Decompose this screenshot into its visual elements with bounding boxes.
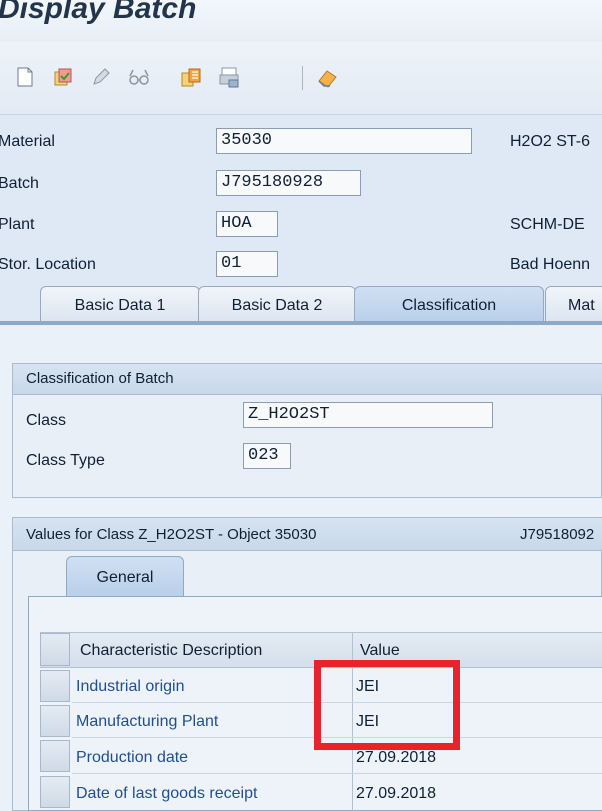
plant-label: Plant	[0, 216, 35, 233]
classification-group-title: Classification of Batch	[26, 370, 174, 387]
select-all-button[interactable]	[40, 633, 70, 666]
class-type-label: Class Type	[26, 452, 105, 469]
class-type-field[interactable]: 023	[243, 443, 291, 469]
characteristic-value[interactable]: 27.09.2018	[356, 785, 436, 803]
glasses-icon[interactable]	[128, 66, 150, 88]
material-label: Material	[0, 133, 55, 150]
copy-icon[interactable]	[180, 66, 202, 88]
class-field[interactable]: Z_H2O2ST	[243, 402, 493, 428]
batch-field[interactable]: J795180928	[216, 170, 361, 196]
new-document-icon[interactable]	[14, 66, 36, 88]
characteristic-value[interactable]: 27.09.2018	[356, 749, 436, 767]
row-selector[interactable]	[40, 776, 70, 808]
class-label: Class	[26, 412, 67, 429]
row-selector[interactable]	[40, 705, 70, 737]
column-header-value[interactable]: Value	[360, 642, 400, 660]
plant-description: SCHM-DE	[510, 216, 585, 233]
row-divider	[72, 773, 602, 774]
values-group-title: Values for Class Z_H2O2ST - Object 35030	[26, 526, 317, 543]
toolbar-separator	[302, 66, 303, 90]
plant-field[interactable]: HOA	[216, 211, 278, 237]
stor-location-label: Stor. Location	[0, 256, 96, 273]
title-bar: Display Batch	[0, 0, 602, 42]
characteristic-description-link[interactable]: Date of last goods receipt	[76, 785, 257, 803]
characteristic-description-link[interactable]: Production date	[76, 749, 188, 767]
row-selector[interactable]	[40, 740, 70, 772]
tab-classification[interactable]: Classification	[354, 286, 544, 322]
characteristic-description-link[interactable]: Industrial origin	[76, 678, 185, 696]
tab-mat[interactable]: Mat	[545, 286, 602, 322]
material-description: H2O2 ST-6	[510, 133, 591, 150]
stor-location-field[interactable]: 01	[216, 251, 278, 277]
characteristic-description-link[interactable]: Manufacturing Plant	[76, 713, 218, 731]
stor-location-description: Bad Hoenn	[510, 256, 591, 273]
tab-basic-data-2[interactable]: Basic Data 2	[198, 286, 356, 322]
row-selector[interactable]	[40, 670, 70, 702]
tab-basic-data-1[interactable]: Basic Data 1	[40, 286, 200, 322]
column-header-description[interactable]: Characteristic Description	[80, 642, 262, 660]
pencil-icon[interactable]	[90, 66, 112, 88]
material-field[interactable]: 35030	[216, 128, 472, 154]
values-object-batch: J79518092	[520, 526, 595, 543]
print-icon[interactable]	[218, 66, 240, 88]
eraser-icon[interactable]	[316, 66, 338, 88]
highlight-box	[314, 660, 460, 750]
change-icon[interactable]	[52, 66, 74, 88]
batch-label: Batch	[0, 175, 39, 192]
tab-general[interactable]: General	[66, 556, 184, 596]
page-title: Display Batch	[0, 0, 197, 25]
